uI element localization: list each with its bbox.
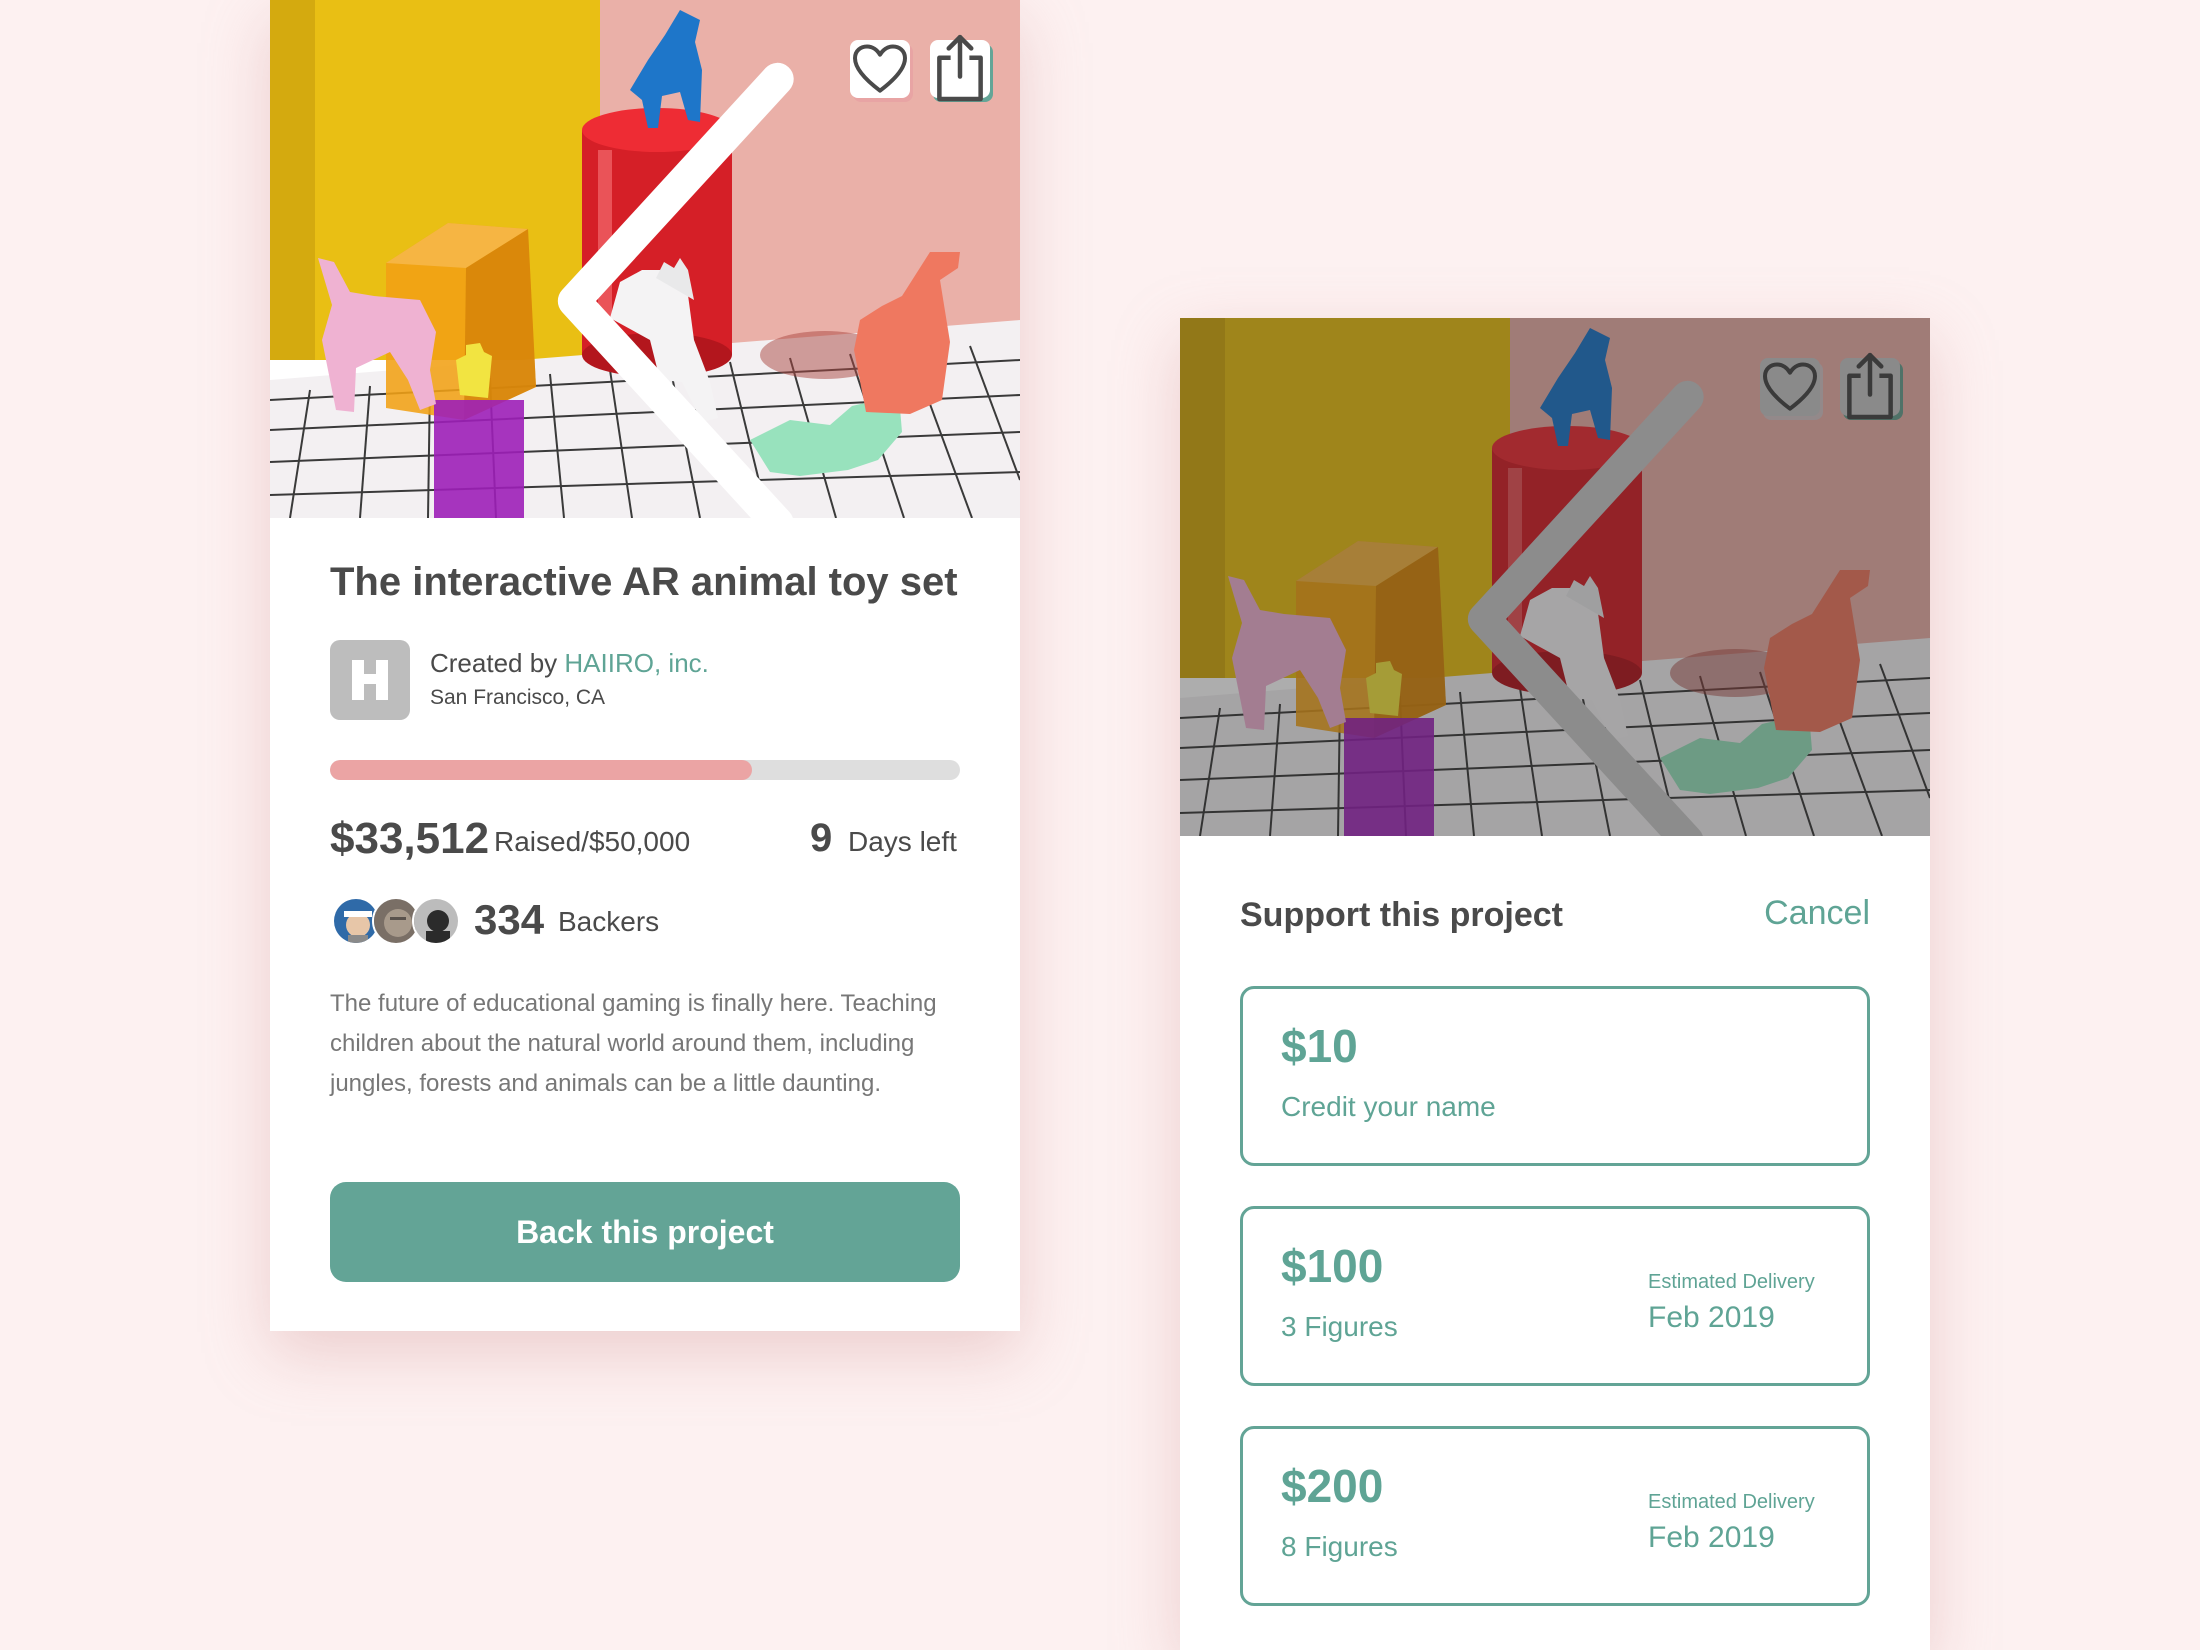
project-description: The future of educational gaming is fina… bbox=[330, 990, 937, 1097]
tier-delivery-label: Estimated Delivery bbox=[1648, 1491, 1815, 1513]
tier-description: 3 Figures bbox=[1281, 1311, 1398, 1342]
tier-delivery-label: Estimated Delivery bbox=[1648, 1271, 1815, 1293]
share-icon bbox=[937, 34, 983, 102]
project-title: The interactive AR animal toy set bbox=[330, 560, 958, 604]
creator-line: Created by HAIIRO, inc. bbox=[430, 648, 709, 679]
days-left-label: Days left bbox=[848, 826, 957, 857]
backer-avatar bbox=[412, 897, 460, 945]
creator-name-link[interactable]: HAIIRO, inc. bbox=[564, 648, 708, 678]
tier-delivery-date: Feb 2019 bbox=[1648, 1301, 1775, 1334]
project-hero-image-dimmed bbox=[1180, 318, 1930, 836]
share-button[interactable] bbox=[1840, 352, 1900, 420]
backer-avatar-photo bbox=[414, 899, 458, 943]
cancel-button[interactable]: Cancel bbox=[1764, 894, 1870, 933]
funding-progress-fill bbox=[330, 760, 753, 780]
backers-count: 334 bbox=[474, 896, 545, 943]
creator-logo bbox=[330, 640, 410, 720]
raised-amount: $33,512 bbox=[330, 814, 490, 863]
back-project-button[interactable]: Back this project bbox=[330, 1182, 960, 1282]
favorite-button[interactable] bbox=[850, 40, 910, 98]
created-by-label: Created by bbox=[430, 648, 565, 678]
support-title: Support this project bbox=[1240, 896, 1563, 934]
backers-label: Backers bbox=[558, 906, 660, 937]
share-icon bbox=[1847, 352, 1893, 420]
tier-amount: $10 bbox=[1281, 1020, 1358, 1072]
tier-description: Credit your name bbox=[1281, 1091, 1496, 1122]
back-button[interactable] bbox=[310, 42, 794, 518]
support-project-card: Support this project Cancel $10 Credit y… bbox=[1180, 318, 1930, 1650]
heart-icon bbox=[1763, 362, 1817, 411]
back-button[interactable] bbox=[1220, 360, 1704, 836]
project-hero-image bbox=[270, 0, 1020, 518]
funding-progress-bar bbox=[330, 760, 960, 780]
h-logo-icon bbox=[352, 660, 388, 700]
reward-tier-option[interactable]: $100 3 Figures Estimated Delivery Feb 20… bbox=[1240, 1206, 1870, 1386]
favorite-button[interactable] bbox=[1760, 358, 1820, 416]
tier-delivery-date: Feb 2019 bbox=[1648, 1521, 1775, 1554]
share-button[interactable] bbox=[930, 34, 990, 102]
tier-description: 8 Figures bbox=[1281, 1531, 1398, 1562]
tier-amount: $200 bbox=[1281, 1460, 1384, 1512]
raised-goal: Raised/$50,000 bbox=[494, 826, 691, 857]
tier-amount: $100 bbox=[1281, 1240, 1384, 1292]
heart-icon bbox=[853, 44, 907, 93]
chevron-left-icon bbox=[1467, 380, 1704, 836]
creator-location: San Francisco, CA bbox=[430, 686, 606, 709]
reward-tier-option[interactable]: $10 Credit your name bbox=[1240, 986, 1870, 1166]
days-left-number: 9 bbox=[810, 816, 833, 860]
reward-tier-option[interactable]: $200 8 Figures Estimated Delivery Feb 20… bbox=[1240, 1426, 1870, 1606]
chevron-left-icon bbox=[557, 62, 794, 518]
project-detail-card: The interactive AR animal toy set Create… bbox=[270, 0, 1020, 1331]
